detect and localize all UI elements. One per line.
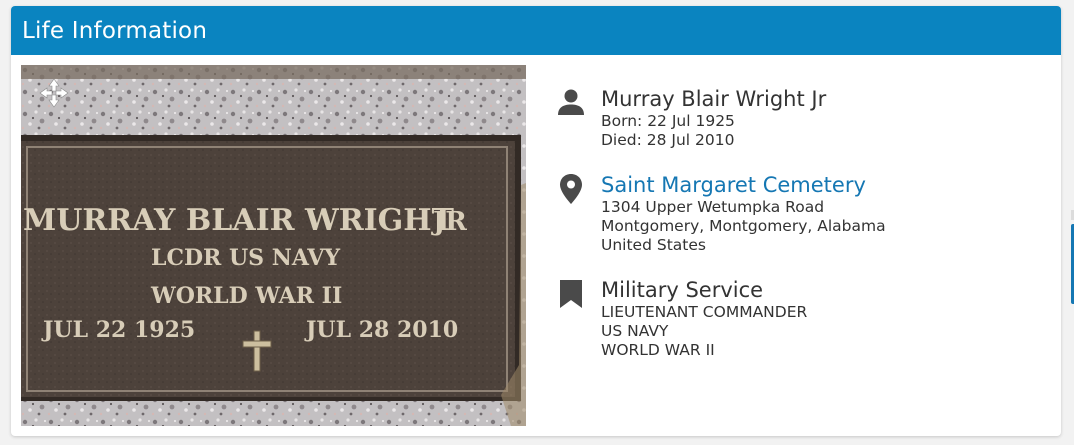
bookmark-icon <box>560 280 582 308</box>
panel-header: Life Information <box>11 6 1061 55</box>
life-details: Murray Blair Wright Jr Born: 22 Jul 1925… <box>556 86 1046 382</box>
cemetery-city: Montgomery, Montgomery, Alabama <box>601 217 886 235</box>
gravestone-image: MURRAY BLAIR WRIGHT JR LCDR US NAVY WORL… <box>21 65 526 426</box>
death-date: Died: 28 Jul 2010 <box>601 131 735 149</box>
panel-title: Life Information <box>22 17 208 44</box>
cemetery-country: United States <box>601 236 706 254</box>
cemetery-link[interactable]: Saint Margaret Cemetery <box>601 172 1046 198</box>
person-name: Murray Blair Wright Jr <box>601 87 827 111</box>
plaque-died-date: JUL 28 2010 <box>304 317 458 343</box>
plaque-born-date: JUL 22 1925 <box>41 317 195 343</box>
military-rank: LIEUTENANT COMMANDER <box>601 303 808 321</box>
plaque-war: WORLD WAR II <box>150 283 342 309</box>
military-branch: US NAVY <box>601 322 669 340</box>
plaque-rank: LCDR US NAVY <box>151 245 340 271</box>
page: Life Information MURRAY BLAIR WRIGHT JR … <box>0 0 1074 445</box>
birth-date: Born: 22 Jul 1925 <box>601 112 735 130</box>
map-pin-icon <box>560 174 582 204</box>
military-section: Military Service LIEUTENANT COMMANDER US… <box>556 277 1046 360</box>
cemetery-address: 1304 Upper Wetumpka Road <box>601 198 825 216</box>
plaque-name: MURRAY BLAIR WRIGHT <box>23 203 455 238</box>
move-arrows-icon[interactable] <box>39 78 69 108</box>
person-icon <box>558 89 584 115</box>
life-information-panel: Life Information MURRAY BLAIR WRIGHT JR … <box>11 6 1061 436</box>
cemetery-section: Saint Margaret Cemetery 1304 Upper Wetum… <box>556 172 1046 255</box>
military-war: WORLD WAR II <box>601 341 715 359</box>
plaque-suffix: JR <box>431 207 467 237</box>
memorial-photo[interactable]: MURRAY BLAIR WRIGHT JR LCDR US NAVY WORL… <box>21 65 526 426</box>
person-section: Murray Blair Wright Jr Born: 22 Jul 1925… <box>556 86 1046 150</box>
military-title: Military Service <box>601 278 764 302</box>
